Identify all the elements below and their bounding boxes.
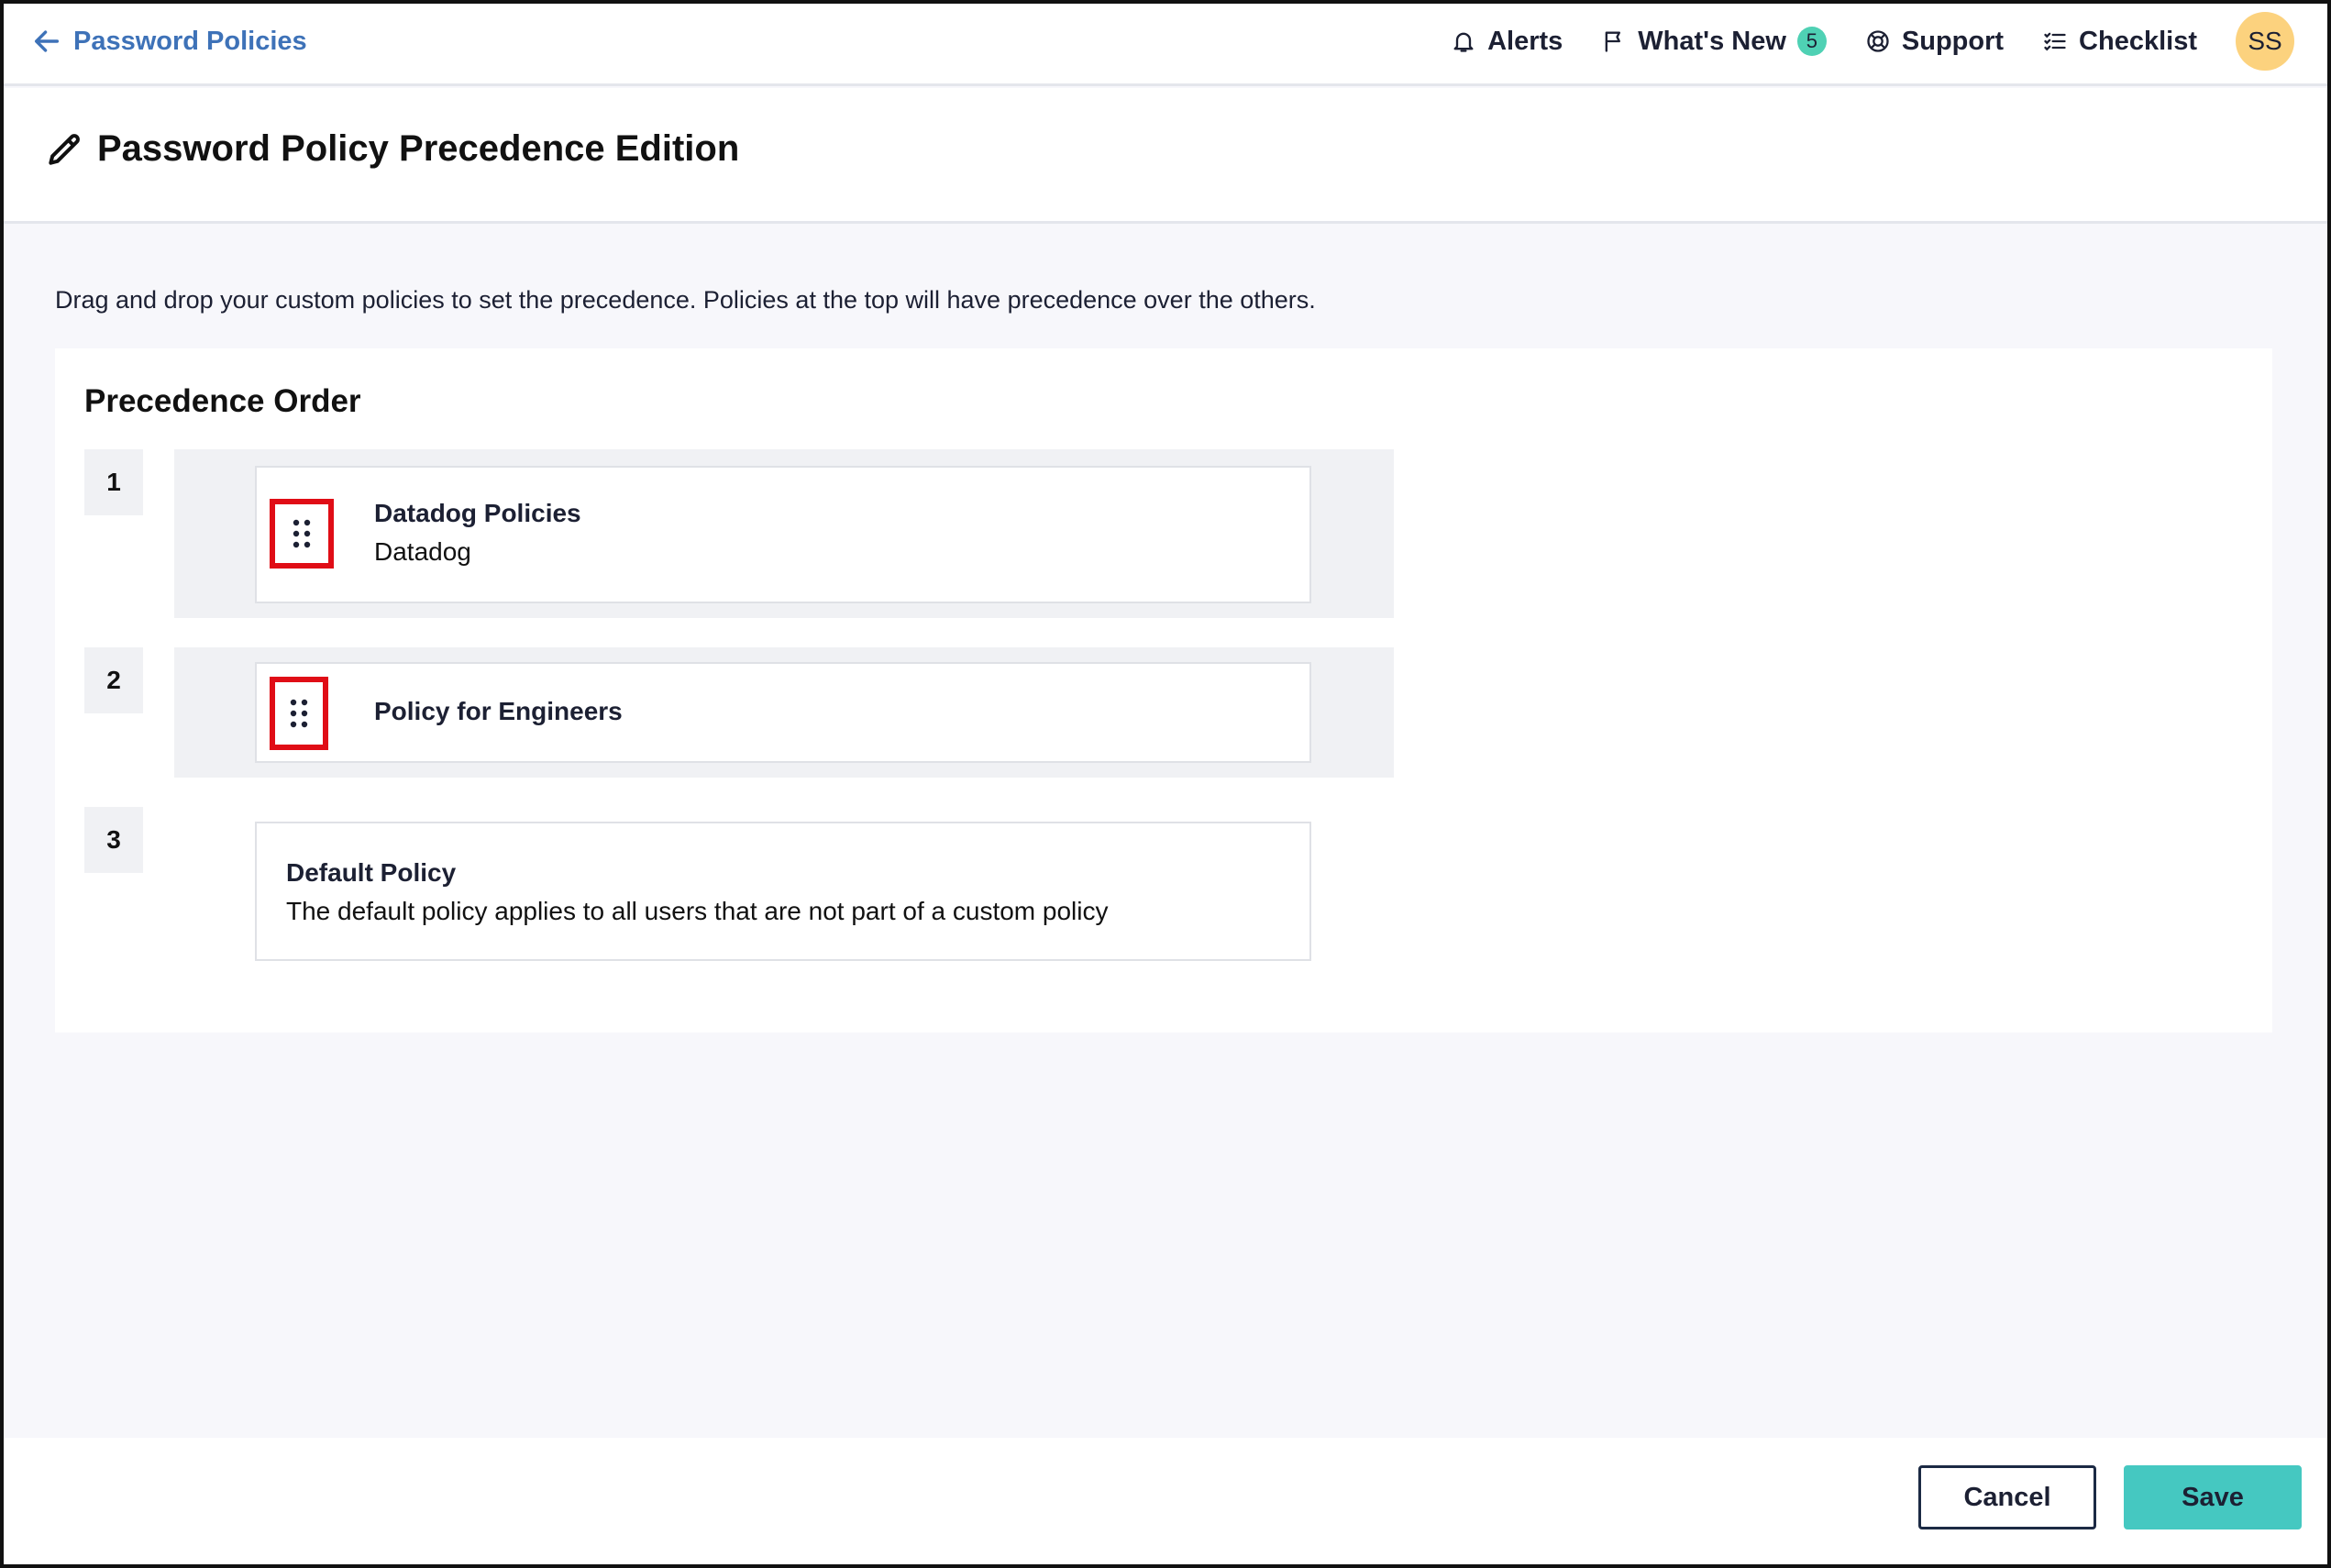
app-window: Password Policies Alerts What's New 5 Su… <box>0 0 2331 1568</box>
whats-new-count-badge: 5 <box>1796 27 1827 56</box>
policy-name: Datadog Policies <box>374 499 581 527</box>
page-title-text: Password Policy Precedence Edition <box>97 128 740 169</box>
checklist-icon <box>2044 32 2066 51</box>
whats-new-label: What's New <box>1638 26 1786 56</box>
checklist-button[interactable]: Checklist <box>2042 27 2197 57</box>
page-title: Password Policy Precedence Edition <box>44 128 739 170</box>
policy-card-engineers[interactable]: Policy for Engineers <box>255 662 1311 763</box>
policy-name: Policy for Engineers <box>374 697 623 725</box>
precedence-panel: Precedence Order 1 Datadog Policies Data… <box>55 348 2272 1032</box>
flag-icon <box>1605 31 1621 52</box>
policy-card-default: Default Policy The default policy applie… <box>255 822 1311 961</box>
checklist-label: Checklist <box>2079 26 2197 56</box>
precedence-title: Precedence Order <box>84 383 361 419</box>
support-button[interactable]: Support <box>1865 27 2004 57</box>
top-actions: Alerts What's New 5 Support Checklist SS <box>1412 12 2294 71</box>
drag-grip-icon <box>290 699 308 728</box>
drag-handle-1[interactable] <box>270 499 334 569</box>
rank-1: 1 <box>84 449 143 515</box>
pencil-icon <box>49 133 80 165</box>
policy-name: Default Policy <box>286 858 457 887</box>
instructions-text: Drag and drop your custom policies to se… <box>55 286 1316 314</box>
save-button[interactable]: Save <box>2124 1465 2302 1529</box>
user-avatar[interactable]: SS <box>2236 12 2294 71</box>
footer-bar: Cancel Save <box>4 1438 2327 1564</box>
drag-grip-icon <box>293 519 311 548</box>
lifebuoy-icon <box>1867 30 1889 52</box>
arrow-left-icon <box>34 30 60 52</box>
drag-handle-2[interactable] <box>270 677 328 750</box>
rank-2: 2 <box>84 647 143 713</box>
back-to-password-policies-link[interactable]: Password Policies <box>31 22 307 61</box>
alerts-button[interactable]: Alerts <box>1451 27 1563 57</box>
policy-subtitle: The default policy applies to all users … <box>286 897 1109 925</box>
bell-icon <box>1453 32 1474 52</box>
top-bar: Password Policies Alerts What's New 5 Su… <box>4 4 2327 86</box>
title-band: Password Policy Precedence Edition <box>4 88 2327 224</box>
back-link-label: Password Policies <box>73 26 307 56</box>
alerts-label: Alerts <box>1487 26 1563 56</box>
whats-new-button[interactable]: What's New 5 <box>1601 27 1827 57</box>
rank-3: 3 <box>84 807 143 873</box>
policy-subtitle: Datadog <box>374 537 471 566</box>
policy-card-datadog[interactable]: Datadog Policies Datadog <box>255 466 1311 603</box>
cancel-button[interactable]: Cancel <box>1918 1465 2096 1529</box>
support-label: Support <box>1901 26 2005 56</box>
